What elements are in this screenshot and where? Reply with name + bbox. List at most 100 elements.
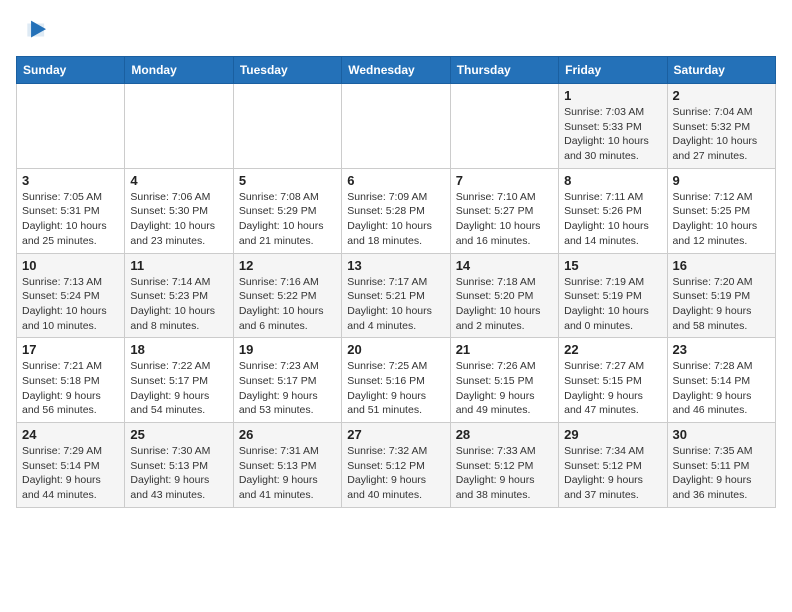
day-info: Sunrise: 7:16 AM Sunset: 5:22 PM Dayligh… — [239, 275, 336, 334]
day-info: Sunrise: 7:29 AM Sunset: 5:14 PM Dayligh… — [22, 444, 119, 503]
day-number: 13 — [347, 258, 444, 273]
calendar-table: SundayMondayTuesdayWednesdayThursdayFrid… — [16, 56, 776, 508]
calendar-cell: 5 Sunrise: 7:08 AM Sunset: 5:29 PM Daylig… — [233, 168, 341, 253]
weekday-header-thursday: Thursday — [450, 57, 558, 84]
calendar-cell: 17 Sunrise: 7:21 AM Sunset: 5:18 PM Dayli… — [17, 338, 125, 423]
day-number: 23 — [673, 342, 770, 357]
calendar-cell — [17, 84, 125, 169]
calendar-cell: 3Sunrise: 7:05 AM Sunset: 5:31 PM Daylig… — [17, 168, 125, 253]
day-info: Sunrise: 7:10 AM Sunset: 5:27 PM Dayligh… — [456, 190, 553, 249]
calendar-cell: 24 Sunrise: 7:29 AM Sunset: 5:14 PM Dayli… — [17, 423, 125, 508]
weekday-header-tuesday: Tuesday — [233, 57, 341, 84]
day-info: Sunrise: 7:30 AM Sunset: 5:13 PM Dayligh… — [130, 444, 227, 503]
calendar-cell: 29 Sunrise: 7:34 AM Sunset: 5:12 PM Dayli… — [559, 423, 667, 508]
calendar-week-3: 10 Sunrise: 7:13 AM Sunset: 5:24 PM Dayli… — [17, 253, 776, 338]
day-number: 7 — [456, 173, 553, 188]
day-number: 16 — [673, 258, 770, 273]
calendar-cell: 4 Sunrise: 7:06 AM Sunset: 5:30 PM Daylig… — [125, 168, 233, 253]
day-info: Sunrise: 7:17 AM Sunset: 5:21 PM Dayligh… — [347, 275, 444, 334]
calendar-cell: 22Sunrise: 7:27 AM Sunset: 5:15 PM Dayli… — [559, 338, 667, 423]
logo — [16, 16, 46, 44]
calendar-week-4: 17 Sunrise: 7:21 AM Sunset: 5:18 PM Dayli… — [17, 338, 776, 423]
day-info: Sunrise: 7:13 AM Sunset: 5:24 PM Dayligh… — [22, 275, 119, 334]
day-info: Sunrise: 7:05 AM Sunset: 5:31 PM Dayligh… — [22, 190, 119, 249]
day-info: Sunrise: 7:09 AM Sunset: 5:28 PM Dayligh… — [347, 190, 444, 249]
day-number: 27 — [347, 427, 444, 442]
day-info: Sunrise: 7:22 AM Sunset: 5:17 PM Dayligh… — [130, 359, 227, 418]
day-number: 6 — [347, 173, 444, 188]
calendar-cell: 23 Sunrise: 7:28 AM Sunset: 5:14 PM Dayli… — [667, 338, 775, 423]
calendar-cell: 26Sunrise: 7:31 AM Sunset: 5:13 PM Dayli… — [233, 423, 341, 508]
day-number: 15 — [564, 258, 661, 273]
day-info: Sunrise: 7:18 AM Sunset: 5:20 PM Dayligh… — [456, 275, 553, 334]
day-info: Sunrise: 7:31 AM Sunset: 5:13 PM Dayligh… — [239, 444, 336, 503]
calendar-cell — [342, 84, 450, 169]
day-info: Sunrise: 7:12 AM Sunset: 5:25 PM Dayligh… — [673, 190, 770, 249]
day-info: Sunrise: 7:34 AM Sunset: 5:12 PM Dayligh… — [564, 444, 661, 503]
day-number: 18 — [130, 342, 227, 357]
day-number: 11 — [130, 258, 227, 273]
calendar-cell: 11 Sunrise: 7:14 AM Sunset: 5:23 PM Dayli… — [125, 253, 233, 338]
calendar-cell: 8 Sunrise: 7:11 AM Sunset: 5:26 PM Daylig… — [559, 168, 667, 253]
day-number: 5 — [239, 173, 336, 188]
day-number: 30 — [673, 427, 770, 442]
day-info: Sunrise: 7:28 AM Sunset: 5:14 PM Dayligh… — [673, 359, 770, 418]
day-info: Sunrise: 7:14 AM Sunset: 5:23 PM Dayligh… — [130, 275, 227, 334]
day-info: Sunrise: 7:03 AM Sunset: 5:33 PM Dayligh… — [564, 105, 661, 164]
day-number: 12 — [239, 258, 336, 273]
calendar-cell — [233, 84, 341, 169]
day-info: Sunrise: 7:25 AM Sunset: 5:16 PM Dayligh… — [347, 359, 444, 418]
weekday-header-row: SundayMondayTuesdayWednesdayThursdayFrid… — [17, 57, 776, 84]
day-number: 10 — [22, 258, 119, 273]
calendar-cell: 20 Sunrise: 7:25 AM Sunset: 5:16 PM Dayli… — [342, 338, 450, 423]
day-number: 19 — [239, 342, 336, 357]
calendar-body: 1 Sunrise: 7:03 AM Sunset: 5:33 PM Daylig… — [17, 84, 776, 508]
day-number: 25 — [130, 427, 227, 442]
calendar-cell: 27 Sunrise: 7:32 AM Sunset: 5:12 PM Dayli… — [342, 423, 450, 508]
weekday-header-sunday: Sunday — [17, 57, 125, 84]
day-number: 1 — [564, 88, 661, 103]
calendar-week-2: 3Sunrise: 7:05 AM Sunset: 5:31 PM Daylig… — [17, 168, 776, 253]
calendar-cell: 13 Sunrise: 7:17 AM Sunset: 5:21 PM Dayli… — [342, 253, 450, 338]
calendar-cell: 21 Sunrise: 7:26 AM Sunset: 5:15 PM Dayli… — [450, 338, 558, 423]
day-number: 29 — [564, 427, 661, 442]
weekday-header-friday: Friday — [559, 57, 667, 84]
day-number: 20 — [347, 342, 444, 357]
day-number: 28 — [456, 427, 553, 442]
calendar-cell: 10 Sunrise: 7:13 AM Sunset: 5:24 PM Dayli… — [17, 253, 125, 338]
calendar-cell: 18 Sunrise: 7:22 AM Sunset: 5:17 PM Dayli… — [125, 338, 233, 423]
calendar-cell: 15 Sunrise: 7:19 AM Sunset: 5:19 PM Dayli… — [559, 253, 667, 338]
calendar-cell: 12 Sunrise: 7:16 AM Sunset: 5:22 PM Dayli… — [233, 253, 341, 338]
day-info: Sunrise: 7:23 AM Sunset: 5:17 PM Dayligh… — [239, 359, 336, 418]
calendar-cell — [125, 84, 233, 169]
day-number: 21 — [456, 342, 553, 357]
day-number: 9 — [673, 173, 770, 188]
day-number: 17 — [22, 342, 119, 357]
day-info: Sunrise: 7:20 AM Sunset: 5:19 PM Dayligh… — [673, 275, 770, 334]
day-number: 4 — [130, 173, 227, 188]
calendar-cell: 16 Sunrise: 7:20 AM Sunset: 5:19 PM Dayli… — [667, 253, 775, 338]
calendar-cell: 14Sunrise: 7:18 AM Sunset: 5:20 PM Dayli… — [450, 253, 558, 338]
calendar-cell: 2 Sunrise: 7:04 AM Sunset: 5:32 PM Daylig… — [667, 84, 775, 169]
day-info: Sunrise: 7:21 AM Sunset: 5:18 PM Dayligh… — [22, 359, 119, 418]
day-number: 24 — [22, 427, 119, 442]
day-info: Sunrise: 7:08 AM Sunset: 5:29 PM Dayligh… — [239, 190, 336, 249]
weekday-header-wednesday: Wednesday — [342, 57, 450, 84]
day-info: Sunrise: 7:32 AM Sunset: 5:12 PM Dayligh… — [347, 444, 444, 503]
calendar-header: SundayMondayTuesdayWednesdayThursdayFrid… — [17, 57, 776, 84]
calendar-cell: 19 Sunrise: 7:23 AM Sunset: 5:17 PM Dayli… — [233, 338, 341, 423]
weekday-header-monday: Monday — [125, 57, 233, 84]
day-number: 22 — [564, 342, 661, 357]
calendar-cell: 1 Sunrise: 7:03 AM Sunset: 5:33 PM Daylig… — [559, 84, 667, 169]
day-info: Sunrise: 7:04 AM Sunset: 5:32 PM Dayligh… — [673, 105, 770, 164]
day-number: 8 — [564, 173, 661, 188]
day-info: Sunrise: 7:06 AM Sunset: 5:30 PM Dayligh… — [130, 190, 227, 249]
calendar-week-5: 24 Sunrise: 7:29 AM Sunset: 5:14 PM Dayli… — [17, 423, 776, 508]
day-info: Sunrise: 7:11 AM Sunset: 5:26 PM Dayligh… — [564, 190, 661, 249]
day-number: 2 — [673, 88, 770, 103]
day-info: Sunrise: 7:19 AM Sunset: 5:19 PM Dayligh… — [564, 275, 661, 334]
calendar-cell — [450, 84, 558, 169]
day-info: Sunrise: 7:35 AM Sunset: 5:11 PM Dayligh… — [673, 444, 770, 503]
day-info: Sunrise: 7:26 AM Sunset: 5:15 PM Dayligh… — [456, 359, 553, 418]
calendar-week-1: 1 Sunrise: 7:03 AM Sunset: 5:33 PM Daylig… — [17, 84, 776, 169]
